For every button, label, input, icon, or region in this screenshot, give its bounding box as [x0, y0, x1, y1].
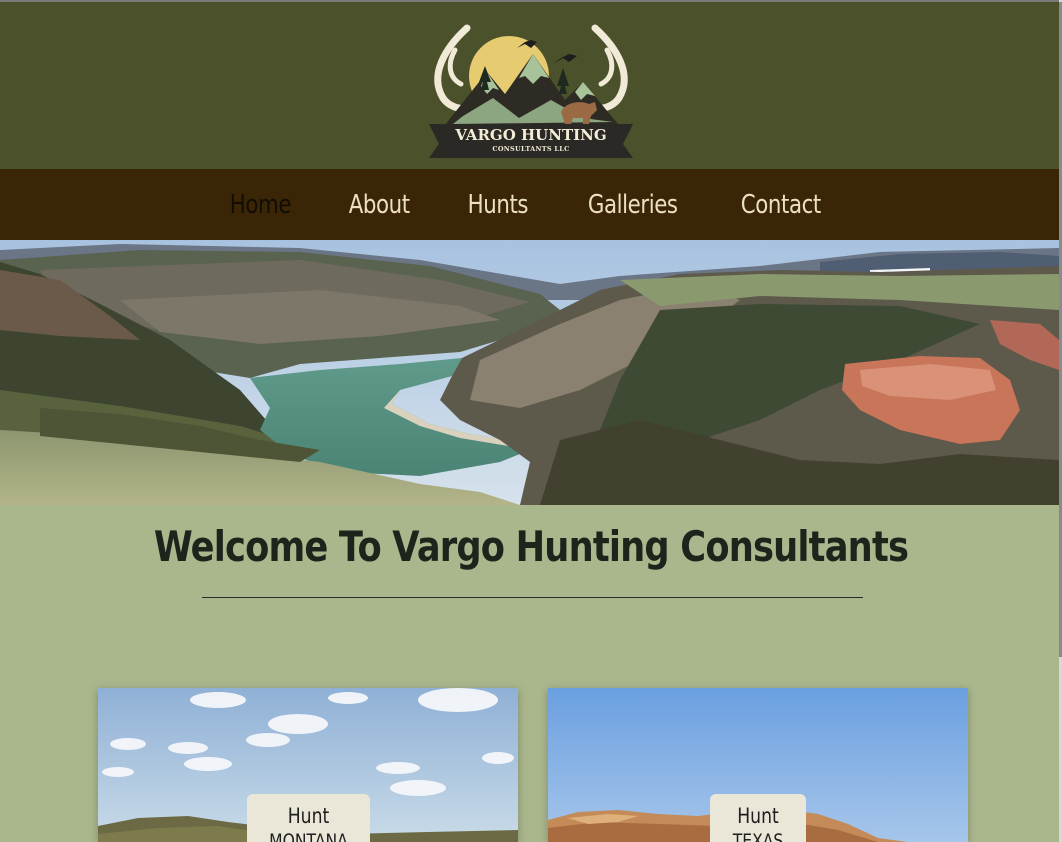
hero-banner [0, 240, 1059, 505]
hunt-card-montana-line2: MONTANA [269, 830, 348, 842]
nav-link-galleries[interactable]: Galleries [588, 190, 678, 220]
hunt-card-texas-label[interactable]: Hunt TEXAS [710, 794, 806, 842]
hunt-card-texas-line1: Hunt [737, 804, 779, 828]
nav-link-contact[interactable]: Contact [741, 190, 821, 220]
welcome-heading: Welcome To Vargo Hunting Consultants [0, 522, 1062, 571]
canyon-lake-landscape [0, 240, 1059, 505]
hunt-card-montana-label[interactable]: Hunt MONTANA [247, 794, 370, 842]
main-nav: Home About Hunts Galleries Contact [0, 169, 1059, 240]
hunt-card-texas[interactable]: Hunt TEXAS [548, 688, 968, 842]
nav-link-hunts[interactable]: Hunts [467, 190, 528, 220]
welcome-divider [202, 597, 863, 598]
nav-link-about[interactable]: About [349, 190, 410, 220]
logo-subtitle: CONSULTANTS LLC [492, 145, 569, 153]
hunt-card-texas-line2: TEXAS [732, 830, 784, 842]
welcome-heading-text: Welcome To Vargo Hunting Consultants [153, 522, 909, 571]
nav-links: Home About Hunts Galleries Contact [0, 169, 1059, 240]
logo-title: VARGO HUNTING [454, 126, 606, 144]
antler-mountain-sun-logo: VARGO HUNTING CONSULTANTS LLC [429, 24, 633, 158]
hunt-card-montana[interactable]: Hunt MONTANA [98, 688, 518, 842]
site-header: VARGO HUNTING CONSULTANTS LLC [0, 2, 1059, 169]
hunt-card-montana-line1: Hunt [287, 804, 330, 828]
nav-link-home[interactable]: Home [230, 190, 292, 220]
site-logo[interactable]: VARGO HUNTING CONSULTANTS LLC [423, 20, 639, 160]
